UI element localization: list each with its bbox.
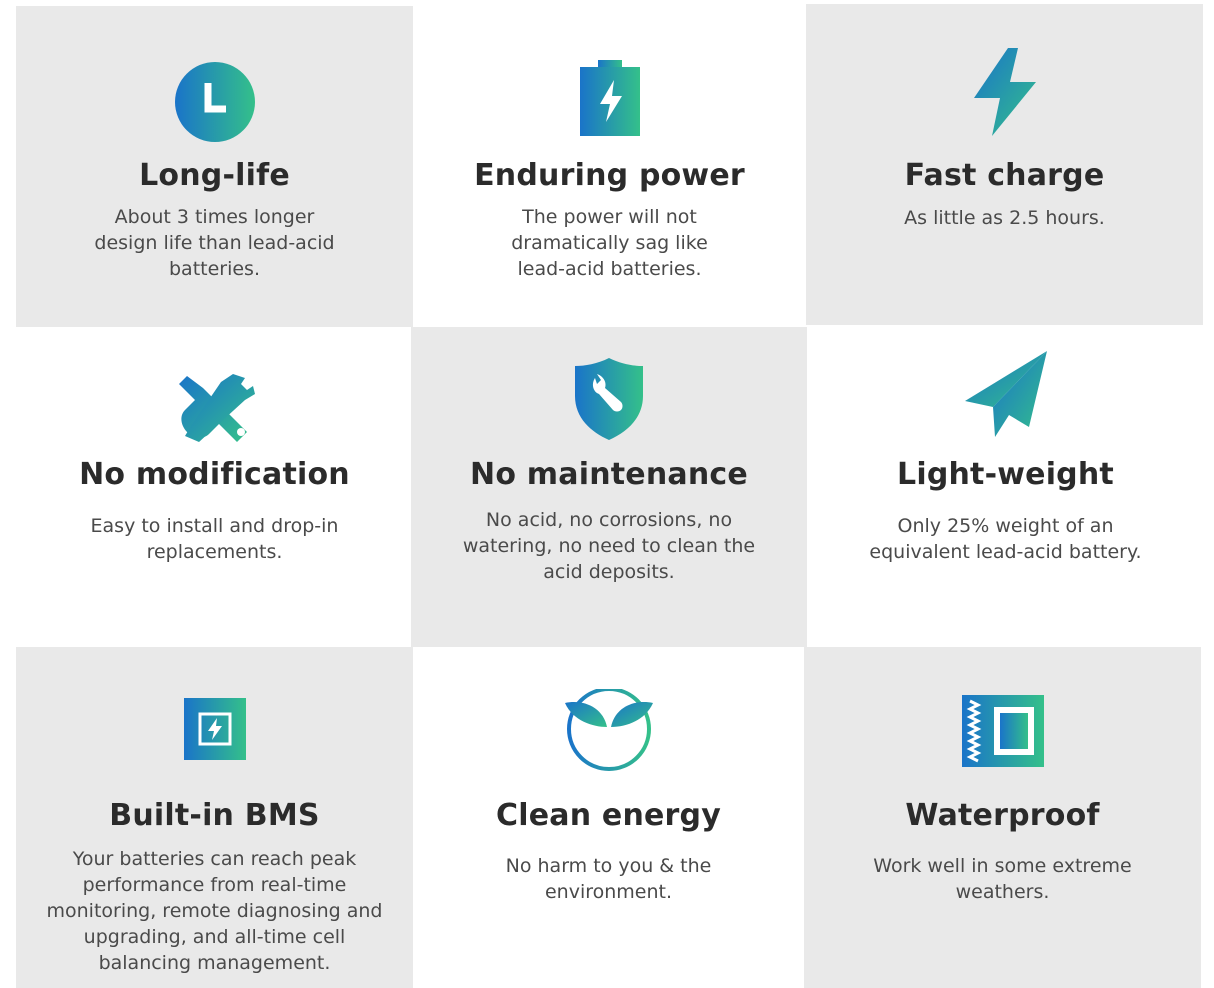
shield-wrench-icon xyxy=(573,356,645,440)
feature-tile-fast-charge: Fast charge As little as 2.5 hours. xyxy=(806,4,1203,325)
feature-tile-clean-energy: Clean energy No harm to you & the enviro… xyxy=(413,647,804,988)
feature-title: No maintenance xyxy=(470,457,748,492)
feature-description: Easy to install and drop-in replacements… xyxy=(90,515,339,563)
feature-description: Work well in some extreme weathers. xyxy=(873,855,1132,903)
feature-description: About 3 times longer design life than le… xyxy=(94,206,335,280)
feature-tile-long-life: Long-life About 3 times longer design li… xyxy=(16,6,413,327)
feature-tile-enduring-power: Enduring power The power will not dramat… xyxy=(413,6,806,327)
sprout-icon xyxy=(563,689,655,773)
lightning-icon xyxy=(970,46,1040,138)
feature-title: Waterproof xyxy=(905,798,1100,833)
feature-tile-light-weight: Light-weight Only 25% weight of an equiv… xyxy=(807,327,1204,647)
feature-title: Clean energy xyxy=(496,798,721,833)
feature-description: Only 25% weight of an equivalent lead-ac… xyxy=(869,515,1142,563)
feature-description: As little as 2.5 hours. xyxy=(904,207,1105,229)
feature-title: Built-in BMS xyxy=(109,798,320,833)
feature-tile-waterproof: Waterproof Work well in some extreme wea… xyxy=(804,647,1201,988)
feature-title: Long-life xyxy=(139,158,290,193)
feature-title: Enduring power xyxy=(474,158,745,193)
waterproof-icon xyxy=(960,693,1046,769)
feature-description: No harm to you & the environment. xyxy=(505,855,712,903)
feature-tile-no-maintenance: No maintenance No acid, no corrosions, n… xyxy=(411,327,807,647)
chip-icon xyxy=(166,680,264,778)
feature-title: No modification xyxy=(79,457,350,492)
feature-description: The power will not dramatically sag like… xyxy=(511,206,708,280)
feature-title: Fast charge xyxy=(904,158,1105,193)
tools-icon xyxy=(175,372,255,444)
battery-icon xyxy=(578,60,642,136)
feature-tile-no-modification: No modification Easy to install and drop… xyxy=(16,327,413,647)
feature-description: Your batteries can reach peak performanc… xyxy=(46,848,383,974)
paper-plane-icon xyxy=(963,349,1049,439)
feature-title: Light-weight xyxy=(897,457,1114,492)
feature-description: No acid, no corrosions, no watering, no … xyxy=(462,509,756,583)
clock-icon xyxy=(174,61,256,143)
feature-tile-built-in-bms: Built-in BMS Your batteries can reach pe… xyxy=(16,647,413,988)
